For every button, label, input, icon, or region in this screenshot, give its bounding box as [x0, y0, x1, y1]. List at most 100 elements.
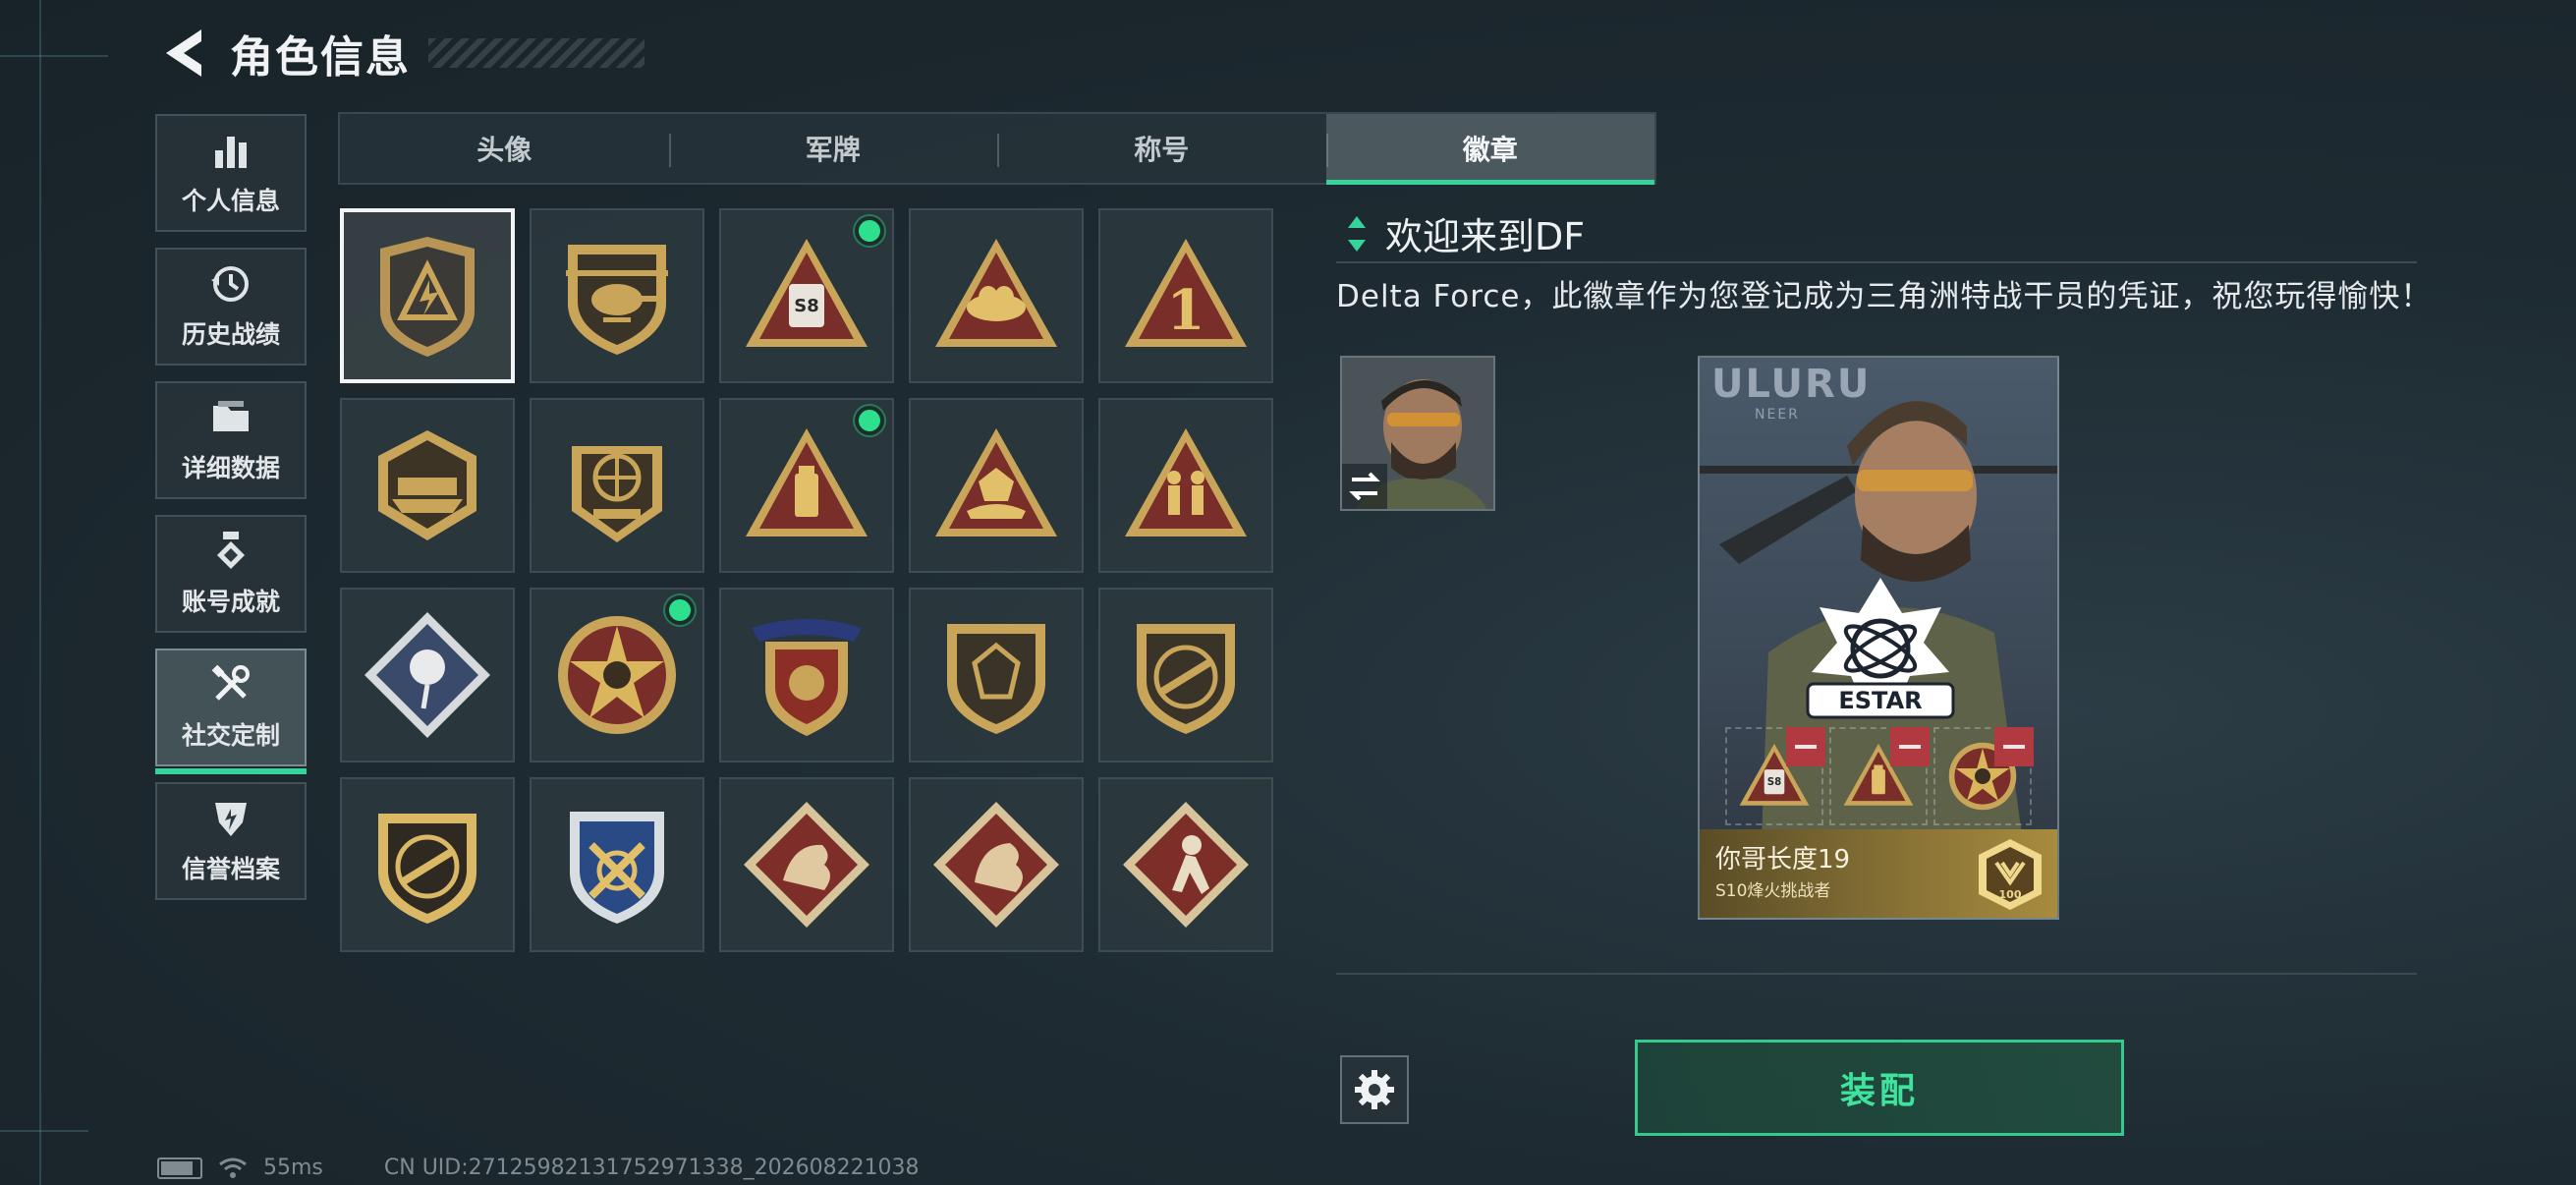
- new-badge-indicator: [855, 216, 884, 246]
- badge-cell[interactable]: [530, 398, 704, 573]
- achievement-icon: [217, 532, 245, 569]
- folder-icon: [213, 401, 249, 431]
- badge-cell[interactable]: [340, 588, 515, 762]
- equipped-slot[interactable]: S8: [1725, 727, 1825, 825]
- beast-diamond-badge-icon: [1117, 796, 1255, 933]
- tab-avatar[interactable]: 头像: [340, 114, 669, 183]
- tools-icon: [211, 664, 250, 701]
- sidebar-item-label: 信誉档案: [181, 855, 280, 883]
- tab-dogtag[interactable]: 军牌: [668, 114, 998, 183]
- new-badge-indicator: [855, 406, 884, 435]
- player-name: 你哥长度19: [1715, 845, 1851, 875]
- credit-shield-icon: [215, 803, 247, 836]
- rifle-shield-gold-badge-icon: [378, 814, 476, 924]
- badge-cell[interactable]: [719, 588, 894, 762]
- estar-team-logo-icon: ESTAR: [1806, 578, 1955, 719]
- badge-cell[interactable]: [909, 208, 1084, 383]
- team-logo-text: ESTAR: [1838, 687, 1922, 714]
- remove-badge-button[interactable]: [1890, 727, 1930, 766]
- crossed-swords-shield-badge-icon: [570, 812, 664, 924]
- sidebar-item-history[interactable]: 历史战绩: [155, 248, 307, 366]
- frame-line: [0, 1130, 88, 1132]
- wifi-icon: [219, 1157, 247, 1178]
- sidebar-item-detailed-data[interactable]: 详细数据: [155, 381, 307, 499]
- sidebar-item-label: 个人信息: [181, 187, 280, 215]
- history-icon: [211, 266, 249, 302]
- back-arrow-icon: [166, 29, 201, 77]
- badge-detail-header: 欢迎来到DF: [1346, 206, 1585, 260]
- dragon-diamond-badge-icon: [738, 796, 875, 933]
- nest-triangle-badge-icon: [927, 227, 1065, 365]
- ping-value: 55ms: [263, 1156, 323, 1180]
- bar-chart-icon: [215, 137, 247, 168]
- category-tabs: 头像 军牌 称号 徽章: [338, 112, 1656, 185]
- badge-description: Delta Force，此徽章作为您登记成为三角洲特战干员的凭证，祝您玩得愉快！: [1336, 279, 2427, 314]
- badge-cell[interactable]: [1098, 398, 1273, 573]
- frame-line: [0, 55, 108, 57]
- divider: [1336, 261, 2417, 263]
- dragon-diamond-red-badge-icon: [927, 796, 1065, 933]
- badge-cell[interactable]: [909, 777, 1084, 952]
- sidebar: 个人信息 历史战绩 详细数据 账号成就 社交定制 信誉档案: [155, 114, 307, 916]
- equipped-badge-slots: S8: [1725, 727, 2034, 825]
- sidebar-item-label: 历史战绩: [181, 320, 280, 349]
- delta-force-globe-2026-badge-icon: [572, 446, 662, 542]
- remove-badge-button[interactable]: [1994, 727, 2034, 766]
- avatar[interactable]: [1340, 356, 1495, 511]
- usb-triangle-badge-icon: [738, 417, 875, 554]
- remove-badge-button[interactable]: [1786, 727, 1825, 766]
- badge-cell[interactable]: [719, 777, 894, 952]
- card-footer: 你哥长度19 S10烽火挑战者 100: [1700, 829, 2057, 918]
- crystal-hands-triangle-badge-icon: [927, 417, 1065, 554]
- swap-icon[interactable]: [1342, 464, 1387, 509]
- page-header: 角色信息: [157, 22, 644, 85]
- 2026-delta-force-badge-icon: [378, 430, 476, 540]
- sidebar-item-credit[interactable]: 信誉档案: [155, 782, 307, 900]
- badge-cell[interactable]: [1098, 777, 1273, 952]
- sidebar-item-personal-info[interactable]: 个人信息: [155, 114, 307, 232]
- back-button[interactable]: [157, 24, 206, 83]
- equip-button[interactable]: 装配: [1635, 1040, 2124, 1136]
- badge-cell[interactable]: [340, 208, 515, 383]
- new-badge-indicator: [665, 595, 695, 625]
- equipped-slot[interactable]: [1933, 727, 2034, 825]
- badge-cell[interactable]: 1: [1098, 208, 1273, 383]
- shield-lightning-badge-icon: [380, 237, 475, 357]
- sidebar-item-social-custom[interactable]: 社交定制: [155, 649, 307, 774]
- svg-text:S8: S8: [794, 296, 819, 316]
- tab-badge[interactable]: 徽章: [1325, 114, 1654, 185]
- badge-cell[interactable]: [1098, 588, 1273, 762]
- card-brand-text: ULURU: [1711, 362, 1872, 407]
- badge-cell[interactable]: [909, 398, 1084, 573]
- equipped-slot[interactable]: [1829, 727, 1930, 825]
- badge-cell[interactable]: [909, 588, 1084, 762]
- settings-button[interactable]: [1340, 1055, 1409, 1124]
- rose-diamond-badge-icon: [364, 612, 490, 738]
- svg-text:S8: S8: [1767, 776, 1782, 788]
- tab-title[interactable]: 称号: [997, 114, 1326, 183]
- helicopter-badge-icon: [566, 227, 668, 365]
- gem-shield-badge-icon: [927, 606, 1065, 744]
- badge-cell[interactable]: [530, 777, 704, 952]
- badge-cell[interactable]: [530, 208, 704, 383]
- badge-cell[interactable]: [340, 398, 515, 573]
- sidebar-item-label: 社交定制: [181, 721, 280, 750]
- sidebar-item-label: 账号成就: [181, 588, 280, 616]
- sidebar-item-achievements[interactable]: 账号成就: [155, 515, 307, 633]
- badge-name: 欢迎来到DF: [1385, 215, 1586, 258]
- gear-icon: [1355, 1070, 1394, 1109]
- stars-shield-badge-icon: [752, 619, 862, 736]
- character-card: ULURU NEER ESTAR S8 你哥长度19 S10烽火挑战者 100: [1698, 356, 2059, 920]
- card-brand-subtext: NEER: [1755, 407, 1800, 423]
- page-title: 角色信息: [230, 32, 411, 83]
- badge-cell[interactable]: [530, 588, 704, 762]
- status-bar: 55ms CN UID:27125982131752971338_2026082…: [157, 1156, 920, 1180]
- svg-text:1: 1: [1167, 278, 1205, 343]
- badge-cell[interactable]: S8: [719, 208, 894, 383]
- rifle-shield-badge-icon: [1117, 606, 1255, 744]
- badge-cell[interactable]: [340, 777, 515, 952]
- s8-triangle-badge-icon: S8: [738, 227, 875, 365]
- rank-emblem-icon: 100: [1979, 839, 2042, 910]
- badge-cell[interactable]: [719, 398, 894, 573]
- rank-number: 100: [1999, 888, 2022, 901]
